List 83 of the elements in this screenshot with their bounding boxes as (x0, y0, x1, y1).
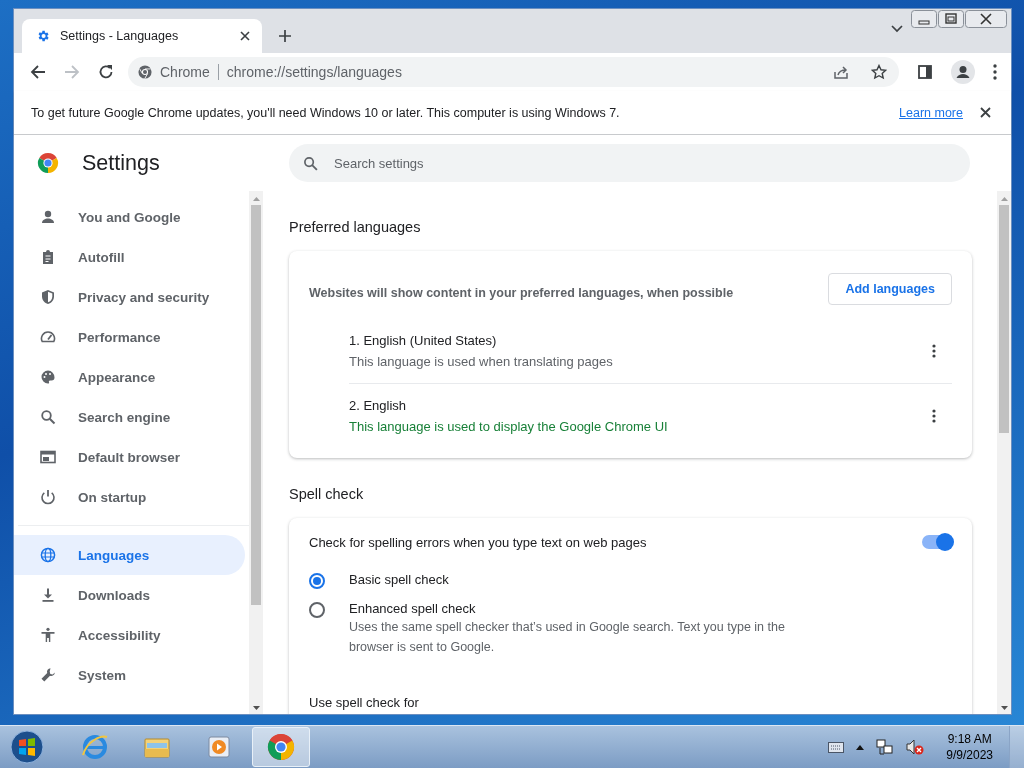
browser-tab[interactable]: Settings - Languages (22, 19, 262, 53)
accessibility-icon (40, 627, 56, 643)
search-icon (40, 409, 56, 425)
profile-avatar-icon[interactable] (951, 60, 975, 84)
chevron-down-icon[interactable] (891, 25, 903, 33)
settings-title: Settings (82, 150, 160, 176)
toggle-label: Check for spelling errors when you type text on web pages (309, 534, 647, 550)
palette-icon (40, 369, 56, 385)
language-name: 2. English (349, 398, 408, 413)
browser-window-icon (40, 449, 56, 465)
infobar-message: To get future Google Chrome updates, you'll need Windows 10 or later. This computer is using Windows 7. (31, 105, 620, 120)
star-icon[interactable] (871, 64, 887, 80)
power-icon (40, 489, 56, 505)
section-heading: Spell check (289, 486, 365, 502)
option-label: Enhanced spell check (349, 601, 477, 616)
tab-title: Settings - Languages (60, 29, 180, 43)
wrench-icon (40, 667, 56, 683)
toggle-switch[interactable] (922, 535, 952, 549)
scrollbar[interactable] (249, 191, 263, 714)
address-bar[interactable]: Chrome chrome://settings/languages (128, 57, 899, 87)
site-label: Chrome (160, 64, 219, 80)
sidebar-item[interactable]: Downloads (14, 575, 245, 615)
sidebar-item[interactable]: Appearance (14, 357, 245, 397)
more-options-icon[interactable] (932, 344, 936, 358)
sidebar-item[interactable]: You and Google (14, 197, 245, 237)
keyboard-icon[interactable] (828, 741, 845, 753)
learn-more-link[interactable]: Learn more (899, 105, 963, 120)
subsection-label: Use spell check for (308, 694, 420, 710)
add-languages-button[interactable]: Add languages (828, 273, 952, 305)
chrome-logo-icon (36, 151, 60, 175)
section-heading: Preferred languages (289, 219, 422, 235)
sidebar-item[interactable]: Languages (14, 535, 245, 575)
card-description: Websites will show content in your preferred languages, when possible (309, 285, 734, 300)
minimize-icon[interactable] (911, 10, 937, 28)
forward-arrow-icon (64, 64, 80, 80)
search-field[interactable]: Search settings (289, 144, 970, 182)
download-icon (40, 587, 56, 603)
scrollbar[interactable] (997, 191, 1011, 714)
sidebar-item[interactable]: On startup (14, 477, 245, 517)
network-icon[interactable] (876, 738, 895, 756)
sidebar-item[interactable]: Privacy and security (14, 277, 245, 317)
language-note: This language is used to display the Google Chrome UI (349, 419, 668, 434)
gauge-icon (40, 329, 56, 345)
caret-up-icon[interactable] (856, 744, 865, 750)
sidebar-item[interactable]: Default browser (14, 437, 245, 477)
search-icon (303, 156, 318, 171)
sidebar-item[interactable]: Accessibility (14, 615, 245, 655)
clock-time[interactable]: 9:18 AM (947, 731, 992, 747)
maximize-icon[interactable] (938, 10, 964, 28)
sidebar-item[interactable]: Performance (14, 317, 245, 357)
scroll-down-icon[interactable] (252, 706, 260, 710)
reload-icon[interactable] (98, 64, 114, 80)
option-description: Uses the same spell checker that’s used in Google search. Text you type in the browser is sent to Google. (349, 619, 786, 656)
shield-icon (40, 289, 56, 305)
side-panel-icon[interactable] (917, 64, 933, 80)
back-arrow-icon[interactable] (30, 64, 46, 80)
more-options-icon[interactable] (932, 409, 936, 423)
person-icon (40, 209, 56, 225)
option-label: Basic spell check (349, 572, 449, 587)
sidebar-item[interactable]: Search engine (14, 397, 245, 437)
globe-icon (40, 547, 56, 563)
menu-icon[interactable] (993, 64, 997, 80)
scroll-down-icon[interactable] (1000, 706, 1008, 710)
radio-button[interactable] (309, 602, 325, 618)
chrome-logo-icon (138, 65, 152, 79)
radio-button[interactable] (309, 573, 325, 589)
taskbar-button[interactable] (252, 727, 310, 767)
language-note: This language is used when translating pages (349, 354, 613, 369)
language-name: 1. English (United States) (349, 333, 498, 348)
start-orb-icon[interactable] (10, 730, 44, 764)
close-icon[interactable] (980, 107, 991, 118)
sidebar-item[interactable]: Autofill (14, 237, 245, 277)
clipboard-icon (40, 249, 56, 265)
close-icon[interactable] (965, 10, 1007, 28)
clock-date[interactable]: 9/9/2023 (946, 747, 993, 763)
plus-icon[interactable] (278, 29, 292, 43)
sidebar-item[interactable]: System (14, 655, 245, 695)
chrome-logo-icon (265, 731, 297, 763)
gear-icon (36, 29, 50, 43)
url-text: chrome://settings/languages (226, 64, 402, 80)
close-icon[interactable] (240, 31, 250, 41)
muted-speaker-icon[interactable] (906, 738, 925, 756)
share-icon[interactable] (833, 64, 849, 80)
